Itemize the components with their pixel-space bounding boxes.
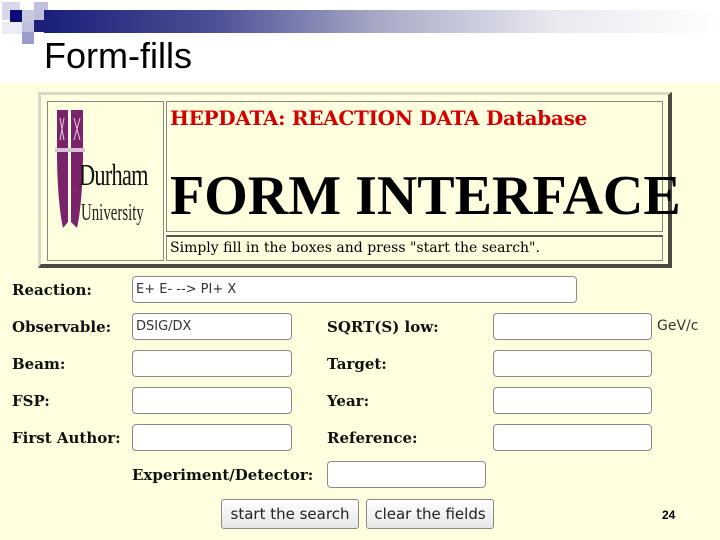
reaction-label: Reaction: bbox=[12, 281, 92, 299]
observable-label: Observable: bbox=[12, 318, 112, 336]
sqrts-low-label: SQRT(S) low: bbox=[327, 318, 439, 336]
observable-input[interactable] bbox=[132, 313, 292, 340]
instructions-cell: Simply fill in the boxes and press "star… bbox=[166, 235, 663, 261]
sqrts-low-input[interactable] bbox=[493, 313, 652, 340]
instructions-text: Simply fill in the boxes and press "star… bbox=[170, 240, 540, 256]
reference-input[interactable] bbox=[493, 424, 652, 451]
logo-name-university: University bbox=[81, 200, 144, 226]
target-input[interactable] bbox=[493, 350, 652, 377]
first-author-label: First Author: bbox=[12, 429, 121, 447]
reaction-input[interactable] bbox=[132, 276, 577, 303]
title-cell: HEPDATA: REACTION DATA Database FORM INT… bbox=[166, 101, 681, 232]
beam-label: Beam: bbox=[12, 355, 66, 373]
hepdata-header: Durham University HEPDATA: REACTION DATA… bbox=[38, 92, 681, 268]
fsp-label: FSP: bbox=[12, 392, 50, 410]
first-author-input[interactable] bbox=[132, 424, 292, 451]
slide-page-number: 24 bbox=[662, 508, 676, 522]
start-search-button[interactable]: start the search bbox=[221, 499, 359, 529]
logo-name-durham: Durham bbox=[79, 157, 149, 192]
page-title: FORM INTERFACE bbox=[170, 165, 681, 227]
year-label: Year: bbox=[327, 392, 370, 410]
experiment-label: Experiment/Detector: bbox=[132, 466, 314, 484]
database-title: HEPDATA: REACTION DATA Database bbox=[170, 106, 587, 130]
fsp-input[interactable] bbox=[132, 387, 292, 414]
beam-input[interactable] bbox=[132, 350, 292, 377]
experiment-input[interactable] bbox=[327, 461, 486, 488]
sqrts-unit: GeV/c bbox=[657, 318, 699, 334]
slide-title: Form-fills bbox=[44, 35, 192, 76]
title-gradient-bar bbox=[44, 10, 720, 33]
clear-fields-button[interactable]: clear the fields bbox=[366, 499, 494, 529]
durham-logo: Durham University bbox=[47, 101, 164, 261]
reference-label: Reference: bbox=[327, 429, 418, 447]
year-input[interactable] bbox=[493, 387, 652, 414]
target-label: Target: bbox=[327, 355, 387, 373]
